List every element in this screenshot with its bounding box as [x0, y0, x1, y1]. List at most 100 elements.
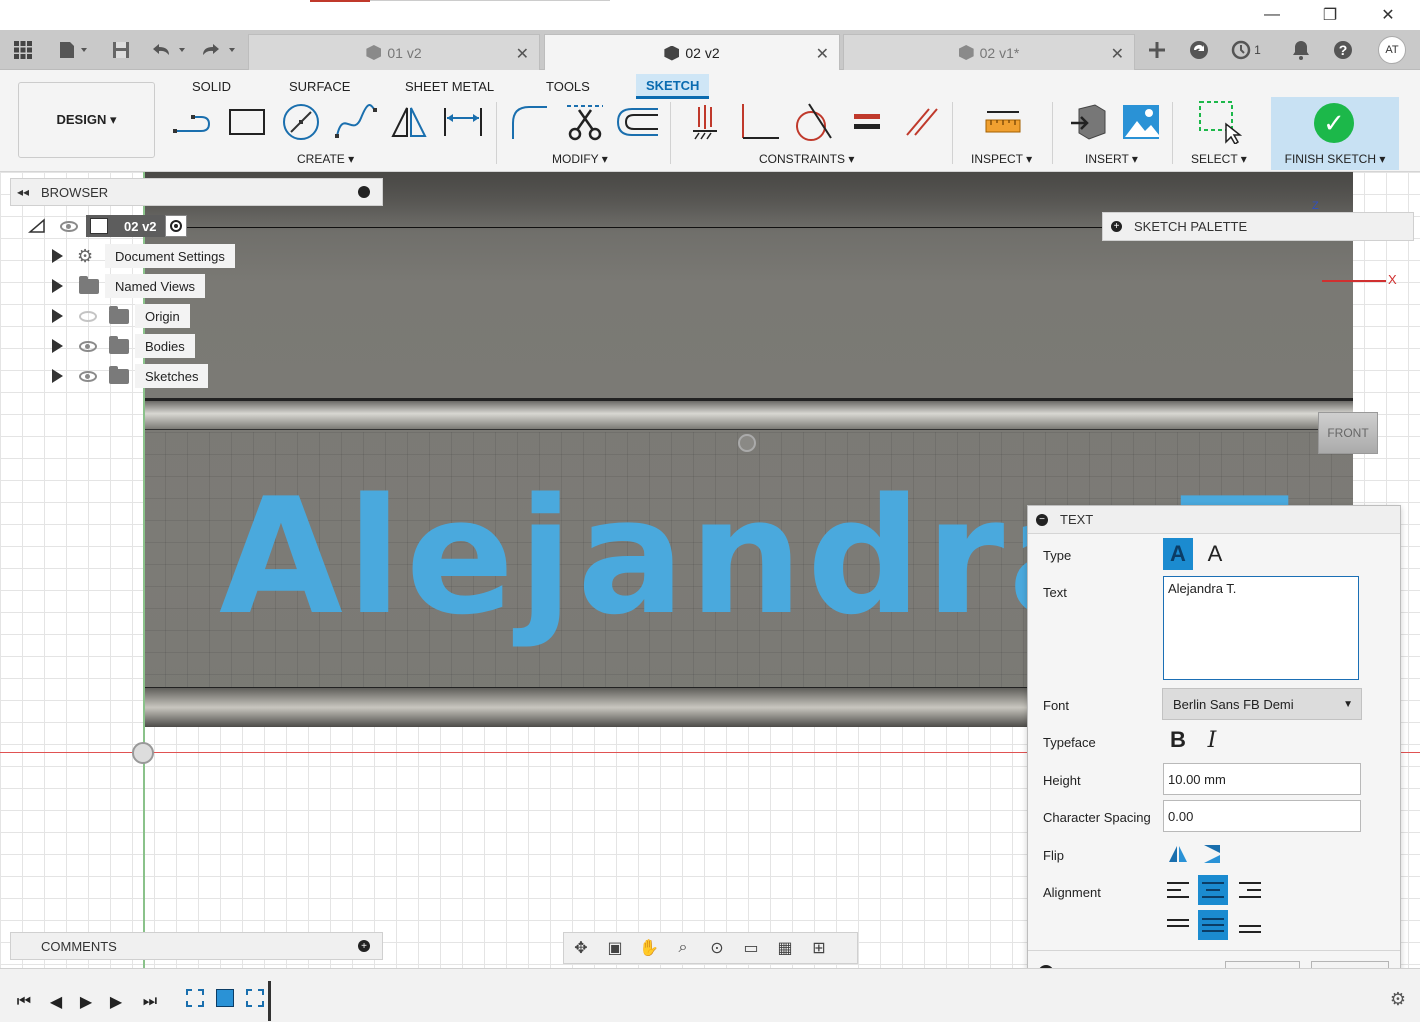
dialog-header[interactable]: − TEXT — [1028, 506, 1400, 534]
tangent-constraint-icon[interactable] — [788, 102, 834, 142]
expand-triangle-icon[interactable] — [52, 369, 63, 383]
collapse-browser-icon[interactable]: ◂◂ — [17, 185, 29, 199]
user-avatar[interactable]: AT — [1378, 36, 1406, 64]
font-select[interactable]: Berlin Sans FB Demi ▼ — [1162, 688, 1362, 720]
minimize-button[interactable]: — — [1252, 2, 1292, 28]
sketch-center-point[interactable] — [738, 434, 756, 452]
tab-02-v2[interactable]: 02 v2 ✕ — [544, 34, 840, 71]
text-input[interactable]: Alejandra T. — [1163, 576, 1359, 680]
look-at-icon[interactable]: ▣ — [598, 934, 632, 962]
origin-point[interactable] — [132, 742, 154, 764]
insert-group-menu[interactable]: INSERT ▾ — [1085, 152, 1138, 166]
spline-tool-icon[interactable] — [332, 102, 378, 142]
pan-hand-icon[interactable]: ✋ — [632, 934, 666, 962]
go-to-end-icon[interactable]: ⏭ — [138, 991, 162, 1013]
go-to-start-icon[interactable]: ⏮ — [12, 991, 36, 1013]
play-icon[interactable]: ▶ — [74, 991, 98, 1013]
browser-item-origin[interactable]: Origin — [52, 304, 190, 328]
close-tab-icon[interactable]: ✕ — [516, 44, 529, 64]
new-tab-icon[interactable] — [1142, 38, 1172, 62]
equal-constraint-icon[interactable] — [844, 102, 890, 142]
redo-icon[interactable] — [198, 38, 240, 62]
line-tool-icon[interactable] — [170, 102, 216, 142]
fillet-tool-icon[interactable] — [506, 102, 552, 142]
insert-derive-icon[interactable] — [1064, 102, 1110, 142]
expand-palette-icon[interactable]: + — [1111, 221, 1122, 232]
expand-triangle-icon[interactable] — [52, 309, 63, 323]
browser-item-document-settings[interactable]: ⚙ Document Settings — [52, 244, 235, 268]
file-menu-icon[interactable] — [52, 38, 92, 62]
browser-item-named-views[interactable]: Named Views — [52, 274, 205, 298]
timeline-sketch-feature-icon[interactable] — [186, 989, 204, 1007]
orbit-icon[interactable]: ✥ — [564, 934, 598, 962]
sketch-palette-header[interactable]: + SKETCH PALETTE — [1102, 212, 1414, 241]
tab-sketch[interactable]: SKETCH — [636, 74, 710, 99]
save-icon[interactable] — [106, 38, 136, 62]
italic-icon[interactable]: I — [1200, 726, 1224, 754]
close-window-button[interactable]: ✕ — [1368, 2, 1408, 28]
browser-item-bodies[interactable]: Bodies — [52, 334, 195, 358]
type-text-on-path-button[interactable]: A — [1200, 538, 1230, 570]
tab-01-v2[interactable]: 01 v2 ✕ — [248, 34, 540, 70]
timeline-sketch-feature-icon[interactable] — [246, 989, 264, 1007]
expanded-triangle-icon[interactable] — [28, 218, 46, 234]
tab-02-v1[interactable]: 02 v1* ✕ — [843, 34, 1135, 70]
step-forward-icon[interactable]: ▶ — [104, 991, 128, 1013]
notifications-bell-icon[interactable] — [1286, 38, 1316, 62]
visibility-eye-icon[interactable] — [79, 370, 97, 382]
align-bottom-icon[interactable] — [1235, 910, 1265, 940]
select-group-menu[interactable]: SELECT ▾ — [1191, 152, 1247, 166]
visibility-eye-icon[interactable] — [60, 220, 78, 232]
browser-root-node[interactable]: 02 v2 — [28, 214, 187, 238]
undo-icon[interactable] — [148, 38, 190, 62]
tab-solid[interactable]: SOLID — [182, 74, 241, 99]
add-comment-icon[interactable]: + — [358, 940, 370, 952]
timeline-extrude-feature-icon[interactable] — [216, 989, 234, 1007]
flip-vertical-icon[interactable] — [1200, 842, 1224, 866]
display-settings-icon[interactable]: ▭ — [734, 934, 768, 962]
insert-image-icon[interactable] — [1118, 102, 1164, 142]
character-spacing-input[interactable]: 0.00 — [1163, 800, 1361, 832]
tab-tools[interactable]: TOOLS — [536, 74, 600, 99]
parallel-constraint-icon[interactable] — [898, 102, 944, 142]
collapse-dialog-icon[interactable]: − — [1036, 513, 1048, 526]
height-input[interactable]: 10.00 mm — [1163, 763, 1361, 795]
close-tab-icon[interactable]: ✕ — [816, 44, 829, 64]
workspace-switcher-button[interactable]: DESIGN ▾ — [18, 82, 155, 158]
constraints-group-menu[interactable]: CONSTRAINTS ▾ — [759, 152, 854, 166]
visibility-eye-icon[interactable] — [79, 340, 97, 352]
expand-triangle-icon[interactable] — [52, 279, 63, 293]
trim-scissors-icon[interactable] — [562, 102, 608, 142]
rectangle-tool-icon[interactable] — [224, 102, 270, 142]
tab-sheet-metal[interactable]: SHEET METAL — [395, 74, 504, 99]
fix-constraint-icon[interactable] — [682, 102, 728, 142]
modify-group-menu[interactable]: MODIFY ▾ — [552, 152, 608, 166]
select-window-icon[interactable] — [1196, 101, 1242, 144]
browser-pin-icon[interactable] — [358, 186, 370, 198]
bold-icon[interactable]: B — [1166, 726, 1190, 754]
job-status-icon[interactable]: 1 — [1226, 38, 1266, 62]
online-status-icon[interactable] — [1184, 38, 1214, 62]
app-grid-icon[interactable] — [8, 38, 38, 62]
offset-tool-icon[interactable] — [614, 102, 660, 142]
align-middle-icon[interactable] — [1198, 910, 1228, 940]
viewports-icon[interactable]: ⊞ — [802, 934, 836, 962]
browser-item-sketches[interactable]: Sketches — [52, 364, 209, 388]
expand-triangle-icon[interactable] — [52, 249, 63, 263]
restore-button[interactable]: ❐ — [1310, 2, 1350, 28]
comments-panel-header[interactable]: COMMENTS + — [10, 932, 383, 960]
close-tab-icon[interactable]: ✕ — [1111, 44, 1124, 64]
align-top-icon[interactable] — [1163, 910, 1193, 940]
zoom-icon[interactable]: ⌕ — [666, 934, 700, 962]
tab-surface[interactable]: SURFACE — [279, 74, 360, 99]
help-icon[interactable]: ? — [1328, 38, 1358, 62]
timeline-marker[interactable] — [268, 981, 271, 1021]
dimension-tool-icon[interactable] — [440, 102, 486, 142]
flip-horizontal-icon[interactable] — [1166, 842, 1190, 866]
fit-zoom-icon[interactable]: ⊙ — [700, 934, 734, 962]
expand-triangle-icon[interactable] — [52, 339, 63, 353]
view-cube[interactable]: FRONT — [1318, 412, 1378, 454]
align-left-icon[interactable] — [1163, 875, 1193, 905]
align-right-icon[interactable] — [1235, 875, 1265, 905]
activate-component-icon[interactable] — [164, 215, 187, 237]
